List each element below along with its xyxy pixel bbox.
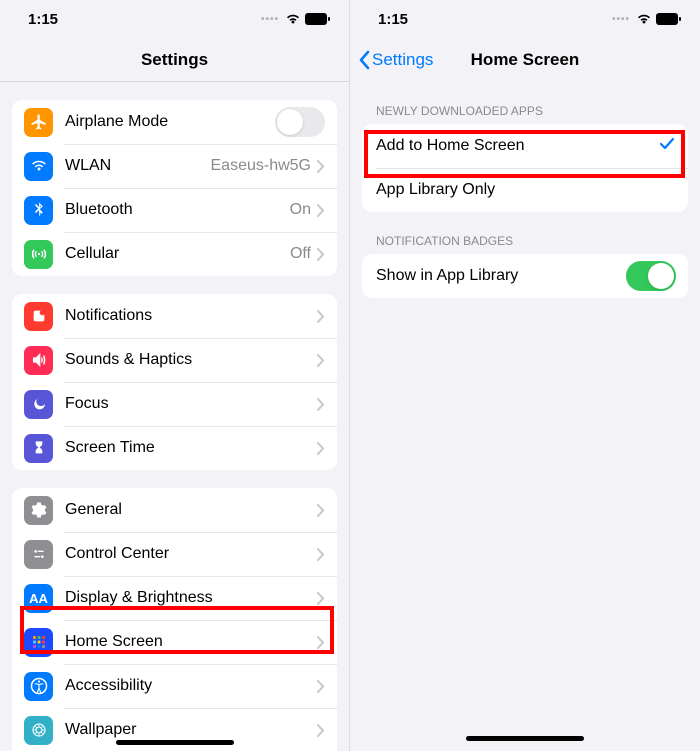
wifi-icon: [285, 13, 301, 25]
settings-group-notifications: Notifications Sounds & Haptics Focus Scr…: [12, 294, 337, 470]
focus-cell[interactable]: Focus: [12, 382, 337, 426]
airplane-toggle[interactable]: [275, 107, 325, 137]
cell-label: Home Screen: [65, 633, 317, 651]
chevron-right-icon: [317, 310, 325, 323]
chevron-right-icon: [317, 160, 325, 173]
cell-label: App Library Only: [376, 181, 676, 199]
page-title: Home Screen: [471, 50, 580, 70]
cell-value: Easeus-hw5G: [211, 157, 312, 175]
cell-label: Screen Time: [65, 439, 317, 457]
show-applibrary-toggle[interactable]: [626, 261, 676, 291]
cell-label: Focus: [65, 395, 317, 413]
homescreen-cell[interactable]: Home Screen: [12, 620, 337, 664]
cell-label: Cellular: [65, 245, 290, 263]
cell-label: General: [65, 501, 317, 519]
airplane-icon: [24, 108, 53, 137]
status-bar: 1:15 ••••: [350, 0, 700, 38]
chevron-right-icon: [317, 248, 325, 261]
section-header: NOTIFICATION BADGES: [376, 234, 700, 248]
download-location-group: Add to Home Screen App Library Only: [362, 124, 688, 212]
back-button[interactable]: Settings: [358, 50, 433, 70]
applibrary-only-cell[interactable]: App Library Only: [362, 168, 688, 212]
notifications-cell[interactable]: Notifications: [12, 294, 337, 338]
bluetooth-icon: [24, 196, 53, 225]
chevron-right-icon: [317, 724, 325, 737]
cell-label: Bluetooth: [65, 201, 290, 219]
battery-icon: [656, 13, 682, 25]
airplane-mode-cell[interactable]: Airplane Mode: [12, 100, 337, 144]
home-indicator[interactable]: [116, 740, 234, 745]
chevron-right-icon: [317, 680, 325, 693]
status-indicators: ••••: [261, 13, 331, 25]
general-icon: [24, 496, 53, 525]
cell-label: Sounds & Haptics: [65, 351, 317, 369]
settings-screen: 1:15 •••• Settings Airplane Mode WLAN Ea…: [0, 0, 350, 751]
chevron-right-icon: [317, 442, 325, 455]
sounds-cell[interactable]: Sounds & Haptics: [12, 338, 337, 382]
homescreen-icon: [24, 628, 53, 657]
settings-group-general: General Control Center AA Display & Brig…: [12, 488, 337, 751]
navbar: Settings Home Screen: [350, 38, 700, 82]
wifi-settings-icon: [24, 152, 53, 181]
home-indicator[interactable]: [466, 736, 584, 741]
cell-label: WLAN: [65, 157, 211, 175]
controlcenter-icon: [24, 540, 53, 569]
display-cell[interactable]: AA Display & Brightness: [12, 576, 337, 620]
notifications-icon: [24, 302, 53, 331]
status-time: 1:15: [378, 11, 408, 28]
cell-label: Accessibility: [65, 677, 317, 695]
settings-group-connectivity: Airplane Mode WLAN Easeus-hw5G Bluetooth…: [12, 100, 337, 276]
sounds-icon: [24, 346, 53, 375]
display-icon: AA: [24, 584, 53, 613]
wlan-cell[interactable]: WLAN Easeus-hw5G: [12, 144, 337, 188]
chevron-right-icon: [317, 592, 325, 605]
chevron-right-icon: [317, 354, 325, 367]
status-bar: 1:15 ••••: [0, 0, 349, 38]
cell-label: Add to Home Screen: [376, 137, 658, 155]
checkmark-icon: [658, 135, 676, 158]
screentime-icon: [24, 434, 53, 463]
focus-icon: [24, 390, 53, 419]
status-indicators: ••••: [612, 13, 682, 25]
chevron-right-icon: [317, 636, 325, 649]
cell-label: Airplane Mode: [65, 113, 275, 131]
cell-value: Off: [290, 245, 311, 263]
chevron-right-icon: [317, 204, 325, 217]
show-in-applibrary-cell[interactable]: Show in App Library: [362, 254, 688, 298]
notification-badges-group: Show in App Library: [362, 254, 688, 298]
cell-label: Notifications: [65, 307, 317, 325]
controlcenter-cell[interactable]: Control Center: [12, 532, 337, 576]
cell-signal-icon: ••••: [612, 14, 630, 25]
section-header: NEWLY DOWNLOADED APPS: [376, 104, 700, 118]
chevron-right-icon: [317, 398, 325, 411]
navbar: Settings: [0, 38, 349, 82]
back-label: Settings: [372, 50, 433, 70]
bluetooth-cell[interactable]: Bluetooth On: [12, 188, 337, 232]
cell-label: Control Center: [65, 545, 317, 563]
accessibility-icon: [24, 672, 53, 701]
battery-icon: [305, 13, 331, 25]
cell-value: On: [290, 201, 311, 219]
status-time: 1:15: [28, 11, 58, 28]
accessibility-cell[interactable]: Accessibility: [12, 664, 337, 708]
cellular-cell[interactable]: Cellular Off: [12, 232, 337, 276]
cell-label: Display & Brightness: [65, 589, 317, 607]
wallpaper-icon: [24, 716, 53, 745]
wifi-icon: [636, 13, 652, 25]
general-cell[interactable]: General: [12, 488, 337, 532]
cellular-icon: [24, 240, 53, 269]
cell-signal-icon: ••••: [261, 14, 279, 25]
chevron-right-icon: [317, 548, 325, 561]
chevron-right-icon: [317, 504, 325, 517]
cell-label: Show in App Library: [376, 267, 626, 285]
homescreen-settings-screen: 1:15 •••• Settings Home Screen NEWLY DOW…: [350, 0, 700, 751]
cell-label: Wallpaper: [65, 721, 317, 739]
add-homescreen-cell[interactable]: Add to Home Screen: [362, 124, 688, 168]
screentime-cell[interactable]: Screen Time: [12, 426, 337, 470]
page-title: Settings: [141, 50, 208, 70]
